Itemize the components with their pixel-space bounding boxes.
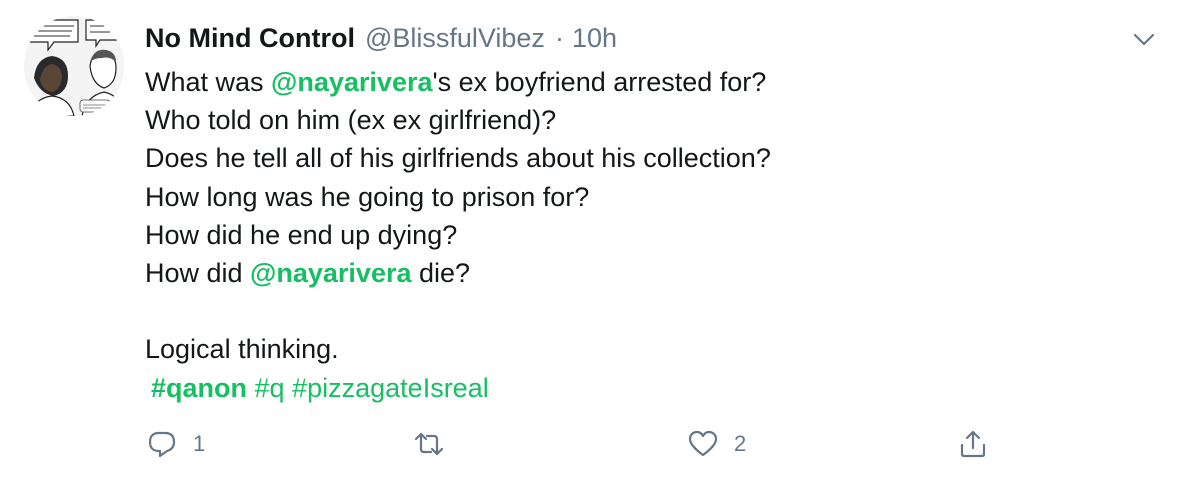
retweet-button[interactable] <box>414 424 460 464</box>
text-segment: How did <box>145 257 251 288</box>
timestamp[interactable]: 10h <box>572 23 617 54</box>
tweet-line: How did @nayarivera die? <box>145 254 1145 292</box>
hashtag-link[interactable]: #q <box>255 373 285 403</box>
user-handle[interactable]: @BlissfulVibez <box>365 23 545 54</box>
tweet-text: What was @nayarivera's ex boyfriend arre… <box>145 63 1145 407</box>
tweet-line: What was @nayarivera's ex boyfriend arre… <box>145 63 1145 101</box>
retweet-icon <box>414 429 444 459</box>
text-segment: die? <box>411 257 471 288</box>
share-button[interactable] <box>958 424 988 464</box>
tweet-line: Logical thinking. <box>145 334 339 365</box>
tweet-line: How long was he going to prison for? <box>145 181 590 212</box>
chevron-down-icon[interactable] <box>1130 28 1158 52</box>
tweet-actions: 1 2 <box>0 424 1186 464</box>
tweet-line: How did he end up dying? <box>145 219 458 250</box>
tweet-line: Does he tell all of his girlfriends abou… <box>145 143 771 174</box>
like-count: 2 <box>734 431 747 456</box>
reply-button[interactable]: 1 <box>147 424 205 464</box>
tweet-line: Who told on him (ex ex girlfriend)? <box>145 105 557 136</box>
hashtag-link[interactable]: #pizzagateIsreal <box>292 373 489 403</box>
avatar-illustration <box>24 16 124 116</box>
display-name[interactable]: No Mind Control <box>145 23 355 54</box>
tweet[interactable]: No Mind Control @BlissfulVibez · 10h Wha… <box>0 0 1186 478</box>
mention-link[interactable]: @nayarivera <box>271 67 432 97</box>
heart-icon <box>688 429 718 459</box>
text-segment: What was <box>145 67 272 97</box>
tweet-header: No Mind Control @BlissfulVibez · 10h <box>145 23 617 57</box>
reply-icon <box>147 429 177 459</box>
hashtag-line: #qanon #q #pizzagateIsreal <box>145 369 1145 407</box>
share-icon <box>958 429 988 459</box>
reply-count: 1 <box>193 431 206 456</box>
avatar[interactable] <box>24 16 124 116</box>
text-segment: 's ex boyfriend arrested for? <box>432 67 767 97</box>
mention-link[interactable]: @nayarivera <box>250 258 411 288</box>
like-button[interactable]: 2 <box>688 424 746 464</box>
hashtag-link[interactable]: #qanon <box>151 373 247 403</box>
separator-dot: · <box>554 23 564 53</box>
